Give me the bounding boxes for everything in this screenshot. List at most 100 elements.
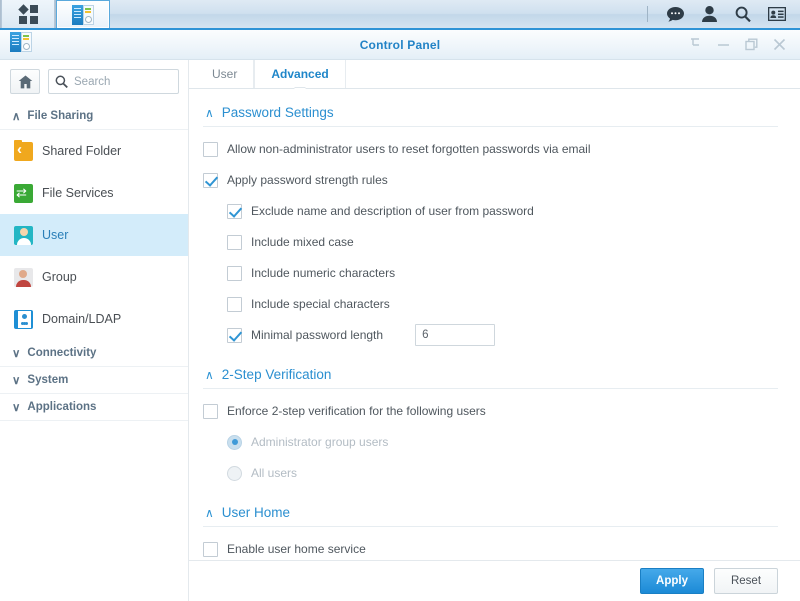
- row-numeric: Include numeric characters: [203, 261, 778, 285]
- tab-advanced[interactable]: Advanced: [254, 60, 346, 88]
- label-admin-group-users: Administrator group users: [251, 435, 389, 449]
- label-numeric: Include numeric characters: [251, 266, 396, 280]
- search-icon[interactable]: [728, 0, 758, 28]
- row-apply-rules: Apply password strength rules: [203, 168, 778, 192]
- minimize-button[interactable]: [710, 34, 736, 56]
- id-card-glyph: [768, 7, 786, 21]
- section-header-two-step-verification[interactable]: ∧ 2-Step Verification: [203, 361, 778, 388]
- section-title: Password Settings: [221, 105, 334, 120]
- search-icon: [55, 75, 68, 88]
- row-mixed-case: Include mixed case: [203, 230, 778, 254]
- domain-ldap-icon: [14, 309, 33, 329]
- checkbox-exclude-name[interactable]: [227, 203, 242, 219]
- sidebar-group-connectivity[interactable]: ∨ Connectivity: [0, 340, 188, 367]
- control-panel-icon: [72, 4, 94, 25]
- pin-button[interactable]: [682, 34, 708, 56]
- row-allow-reset: Allow non-administrator users to reset f…: [203, 137, 778, 161]
- tab-bar: User Advanced: [189, 60, 800, 89]
- label-apply-rules: Apply password strength rules: [227, 173, 388, 187]
- close-button[interactable]: [766, 34, 792, 56]
- checkbox-minimal-password-length[interactable]: [227, 327, 242, 343]
- tray-divider: [647, 6, 648, 22]
- search-input[interactable]: Search: [48, 69, 179, 94]
- row-enable-user-home: Enable user home service: [203, 537, 778, 560]
- checkbox-include-numeric[interactable]: [227, 265, 242, 281]
- checkbox-apply-password-strength-rules[interactable]: [203, 172, 218, 188]
- section-title: 2-Step Verification: [221, 367, 332, 382]
- chevron-down-icon: ∨: [12, 402, 21, 414]
- checkbox-include-mixed-case[interactable]: [227, 234, 242, 250]
- label-min-length: Minimal password length: [251, 328, 384, 342]
- sidebar-group-label: Applications: [27, 401, 97, 413]
- sidebar-item-group[interactable]: Group: [0, 256, 188, 298]
- main-menu-button[interactable]: [1, 0, 55, 28]
- window-controls: [682, 34, 800, 56]
- label-all-users: All users: [251, 466, 298, 480]
- section-header-password-settings[interactable]: ∧ Password Settings: [203, 99, 778, 126]
- sidebar-group-system[interactable]: ∨ System: [0, 367, 188, 394]
- checkbox-enable-user-home-service[interactable]: [203, 541, 218, 557]
- checkbox-enforce-two-step[interactable]: [203, 403, 218, 419]
- sidebar-group-label: Connectivity: [27, 347, 97, 359]
- label-exclude-name: Exclude name and description of user fro…: [251, 204, 534, 218]
- sidebar-group-label: File Sharing: [27, 110, 94, 122]
- label-enable-user-home: Enable user home service: [227, 542, 366, 556]
- chevron-up-icon: ∧: [205, 105, 214, 120]
- home-icon: [18, 75, 32, 88]
- apply-button[interactable]: Apply: [640, 568, 704, 594]
- person-glyph: [701, 6, 717, 22]
- desktop-taskbar: [0, 0, 800, 30]
- taskbar-control-panel-button[interactable]: [56, 0, 110, 28]
- minimize-icon: [717, 44, 729, 46]
- magnifier-glyph: [735, 6, 751, 22]
- section-header-user-home[interactable]: ∧ User Home: [203, 499, 778, 526]
- row-admin-group-users: Administrator group users: [203, 430, 778, 454]
- checkbox-allow-reset[interactable]: [203, 141, 218, 157]
- chat-bubble-glyph: [666, 6, 684, 22]
- section-title: User Home: [221, 505, 291, 520]
- sidebar-item-label: Group: [42, 270, 77, 284]
- user-icon[interactable]: [694, 0, 724, 28]
- checkbox-include-special[interactable]: [227, 296, 242, 312]
- sidebar: Search ∧ File Sharing Shared Folder File…: [0, 60, 189, 601]
- chat-icon[interactable]: [660, 0, 690, 28]
- chevron-down-icon: ∨: [12, 375, 21, 387]
- window-titlebar[interactable]: Control Panel: [0, 30, 800, 60]
- divider: [203, 126, 778, 127]
- radio-all-users[interactable]: [227, 465, 242, 481]
- file-services-icon: [14, 183, 33, 203]
- sidebar-group-applications[interactable]: ∨ Applications: [0, 394, 188, 421]
- chevron-down-icon: ∨: [12, 348, 21, 360]
- chevron-up-icon: ∧: [205, 505, 214, 520]
- tab-user[interactable]: User: [196, 60, 255, 88]
- row-min-length: Minimal password length: [203, 323, 778, 347]
- minimal-password-length-input[interactable]: [415, 324, 496, 346]
- pin-icon: [691, 38, 699, 46]
- sidebar-toolbar: Search: [0, 60, 188, 103]
- chevron-up-icon: ∧: [12, 111, 21, 123]
- sidebar-item-label: Domain/LDAP: [42, 312, 122, 326]
- label-enforce-two-step: Enforce 2-step verification for the foll…: [227, 404, 486, 418]
- divider: [203, 526, 778, 527]
- sidebar-item-domain-ldap[interactable]: Domain/LDAP: [0, 298, 188, 340]
- reset-button[interactable]: Reset: [714, 568, 778, 594]
- radio-administrator-group-users[interactable]: [227, 434, 242, 450]
- group-icon: [14, 267, 33, 287]
- sidebar-item-user[interactable]: User: [0, 214, 188, 256]
- divider: [203, 388, 778, 389]
- maximize-button[interactable]: [738, 34, 764, 56]
- sidebar-item-label: User: [42, 228, 69, 242]
- close-icon: [773, 38, 785, 51]
- footer-actions: Apply Reset: [189, 560, 800, 601]
- main-pane: User Advanced ∧ Password Settings Allow …: [189, 60, 800, 601]
- row-all-users: All users: [203, 461, 778, 485]
- sidebar-item-file-services[interactable]: File Services: [0, 172, 188, 214]
- search-placeholder: Search: [74, 75, 111, 88]
- control-panel-window: Control Panel Search ∧ File Sharing ‹ Sh…: [0, 30, 800, 601]
- sidebar-item-shared-folder[interactable]: Shared Folder: [0, 130, 188, 172]
- notifications-icon[interactable]: [762, 0, 792, 28]
- sidebar-group-file-sharing[interactable]: ∧ File Sharing: [0, 103, 188, 130]
- restore-icon: [744, 38, 757, 51]
- row-enforce-two-step: Enforce 2-step verification for the foll…: [203, 399, 778, 423]
- home-button[interactable]: [10, 69, 40, 94]
